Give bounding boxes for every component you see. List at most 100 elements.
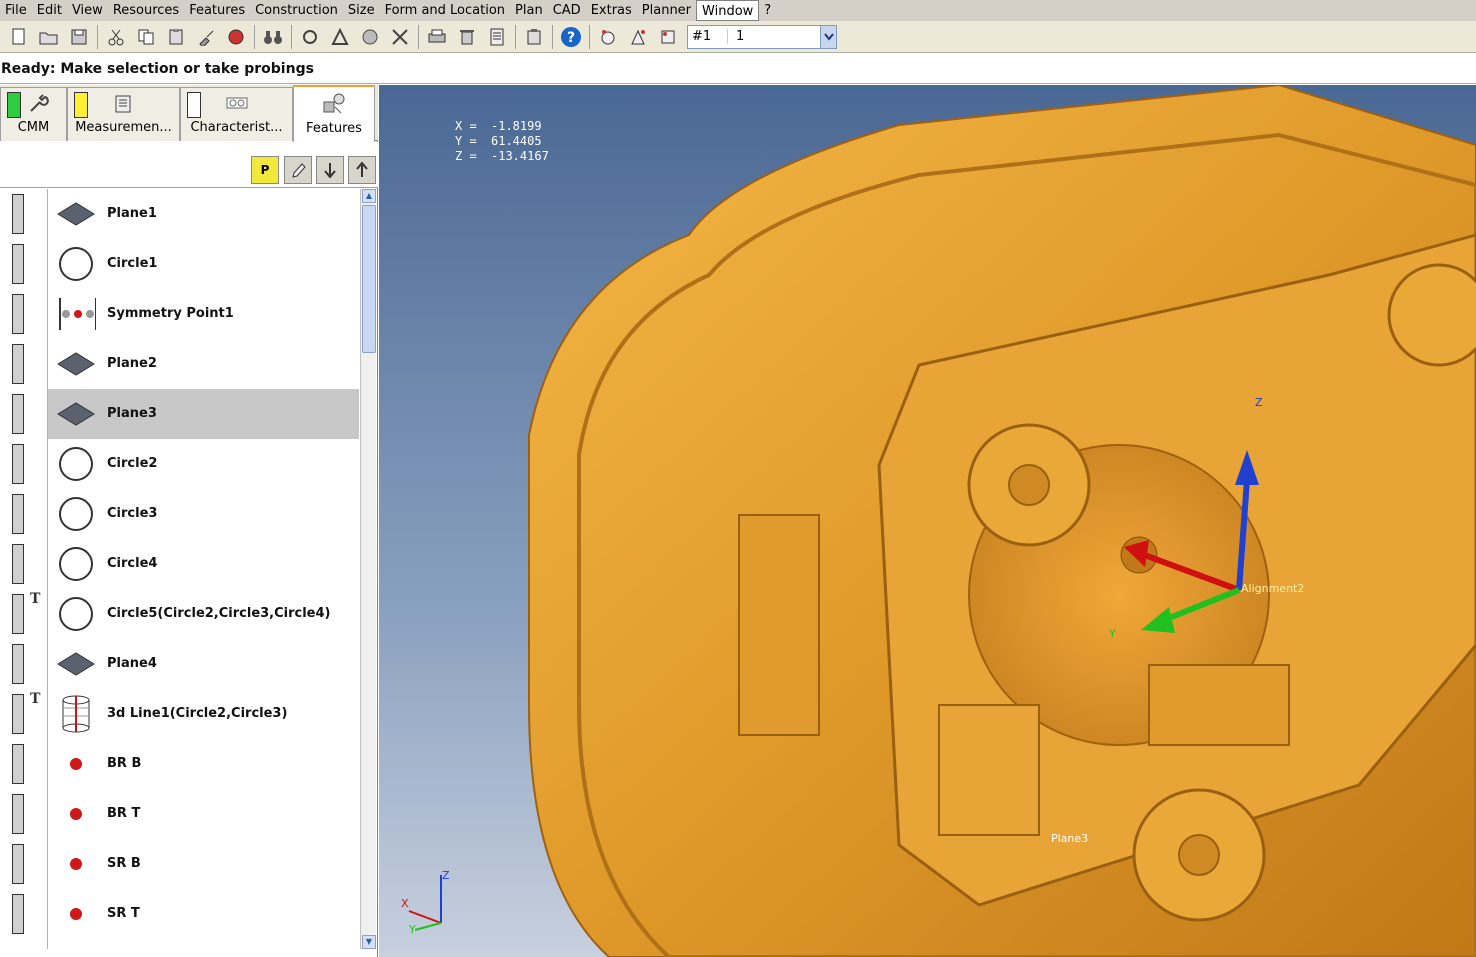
feature-label: Circle5(Circle2,Circle3,Circle4) xyxy=(107,606,331,621)
menu-features[interactable]: Features xyxy=(184,0,250,21)
probe-tool-icon[interactable] xyxy=(298,25,322,49)
tab-features[interactable]: Features xyxy=(293,85,375,142)
feature-row[interactable]: Circle4 xyxy=(0,539,360,589)
left-panel: CMM Measuremen... Characterist... Featur… xyxy=(0,85,378,957)
menu-edit[interactable]: Edit xyxy=(32,0,67,21)
circle-icon xyxy=(56,246,96,282)
tools-icon[interactable] xyxy=(388,25,412,49)
menu-resources[interactable]: Resources xyxy=(108,0,184,21)
menu-plan[interactable]: Plan xyxy=(510,0,548,21)
alignment-select[interactable]: #1 1 xyxy=(687,24,837,49)
edit-pencil-icon[interactable] xyxy=(284,156,312,184)
feature-row[interactable]: Plane4 xyxy=(0,639,360,689)
feature-row[interactable]: BR T xyxy=(0,789,360,839)
shape-tool-icon[interactable] xyxy=(328,25,352,49)
scroll-thumb[interactable] xyxy=(362,205,376,353)
menu-window[interactable]: Window xyxy=(696,0,760,21)
menu-file[interactable]: File xyxy=(0,0,32,21)
feature-label: SR T xyxy=(107,906,140,921)
feature-label: Plane4 xyxy=(107,656,157,671)
move-down-icon[interactable] xyxy=(316,156,344,184)
binoculars-icon[interactable] xyxy=(261,25,285,49)
feature-row[interactable]: Circle2 xyxy=(0,439,360,489)
plane-icon xyxy=(56,346,96,382)
feature-row[interactable]: SR T xyxy=(0,889,360,939)
feature-row[interactable]: T 3d Line1(Circle2,Circle3) xyxy=(0,689,360,739)
feature-status-bar xyxy=(12,244,24,284)
print-icon[interactable] xyxy=(425,25,449,49)
feature-row[interactable]: Circle3 xyxy=(0,489,360,539)
move-up-icon[interactable] xyxy=(348,156,376,184)
brush-icon[interactable] xyxy=(194,25,218,49)
eraser-icon[interactable] xyxy=(224,25,248,49)
menu-construction[interactable]: Construction xyxy=(250,0,343,21)
paste-icon[interactable] xyxy=(164,25,188,49)
feature-row[interactable]: BR B xyxy=(0,739,360,789)
feature-label: BR B xyxy=(107,756,142,771)
copy-icon[interactable] xyxy=(134,25,158,49)
feature-status-bar xyxy=(12,844,24,884)
tab-measurement[interactable]: Measuremen... xyxy=(67,87,180,141)
toolbar-separator xyxy=(589,24,590,49)
toolbar-separator xyxy=(515,24,516,49)
feature-row[interactable]: Plane1 xyxy=(0,189,360,239)
save-icon[interactable] xyxy=(67,25,91,49)
clipboard-icon[interactable] xyxy=(522,25,546,49)
hand-probe-icon[interactable] xyxy=(596,25,620,49)
probe-mode-button[interactable]: P xyxy=(251,156,279,184)
status-bar: Ready: Make selection or take probings xyxy=(0,54,1476,84)
tab-characteristics[interactable]: Characterist... xyxy=(180,87,293,141)
feature-row[interactable]: Plane3 xyxy=(0,389,360,439)
run-probe-icon[interactable] xyxy=(656,25,680,49)
menu-extras[interactable]: Extras xyxy=(586,0,637,21)
tab-cmm[interactable]: CMM xyxy=(0,87,67,141)
menu-form-and-location[interactable]: Form and Location xyxy=(380,0,510,21)
menu-help[interactable]: ? xyxy=(759,0,776,21)
characteristic-icon xyxy=(225,94,249,116)
feature-row[interactable]: Circle1 xyxy=(0,239,360,289)
coordinate-row: Y = 61.4405 xyxy=(455,134,542,149)
menu-cad[interactable]: CAD xyxy=(548,0,586,21)
feature-label: Symmetry Point1 xyxy=(107,306,234,321)
feature-row[interactable]: T Circle5(Circle2,Circle3,Circle4) xyxy=(0,589,360,639)
report-icon[interactable] xyxy=(485,25,509,49)
plane-icon xyxy=(56,196,96,232)
circle-icon xyxy=(56,496,96,532)
point-icon xyxy=(56,896,96,932)
sphere-tool-icon[interactable] xyxy=(358,25,382,49)
feature-list-scrollbar[interactable]: ▲ ▼ xyxy=(360,189,376,949)
toolbar-separator xyxy=(418,24,419,49)
tab-cmm-swatch xyxy=(7,92,21,118)
scroll-up-icon[interactable]: ▲ xyxy=(362,189,376,203)
tab-features-label: Features xyxy=(306,121,362,136)
feature-row[interactable]: Symmetry Point1 xyxy=(0,289,360,339)
alignment-select-hash: #1 xyxy=(688,29,728,44)
menu-planner[interactable]: Planner xyxy=(637,0,696,21)
menu-size[interactable]: Size xyxy=(343,0,380,21)
feature-row[interactable]: SR B xyxy=(0,839,360,889)
chevron-down-icon[interactable] xyxy=(820,25,836,48)
cad-viewport[interactable]: X = -1.8199 Y = 61.4405 Z = -13.4167 Alignmen… xyxy=(379,85,1476,957)
feature-status-bar xyxy=(12,894,24,934)
help-icon[interactable]: ? xyxy=(559,25,583,49)
feature-label: Circle3 xyxy=(107,506,158,521)
feature-label: Circle4 xyxy=(107,556,158,571)
new-file-icon[interactable] xyxy=(7,25,31,49)
feature-status-bar xyxy=(12,744,24,784)
cut-icon[interactable] xyxy=(104,25,128,49)
tab-cmm-label: CMM xyxy=(17,120,50,135)
triad-z-label: Z xyxy=(442,869,450,882)
feature-row[interactable]: Plane2 xyxy=(0,339,360,389)
delete-icon[interactable] xyxy=(455,25,479,49)
plane-icon xyxy=(56,396,96,432)
scroll-down-icon[interactable]: ▼ xyxy=(362,935,376,949)
menu-view[interactable]: View xyxy=(67,0,108,21)
open-folder-icon[interactable] xyxy=(37,25,61,49)
feature-status-bar xyxy=(12,344,24,384)
feature-label: 3d Line1(Circle2,Circle3) xyxy=(107,706,288,721)
feature-label: SR B xyxy=(107,856,141,871)
auto-probe-icon[interactable] xyxy=(626,25,650,49)
svg-text:?: ? xyxy=(567,30,575,46)
point-icon xyxy=(56,796,96,832)
toolbar-separator xyxy=(254,24,255,49)
